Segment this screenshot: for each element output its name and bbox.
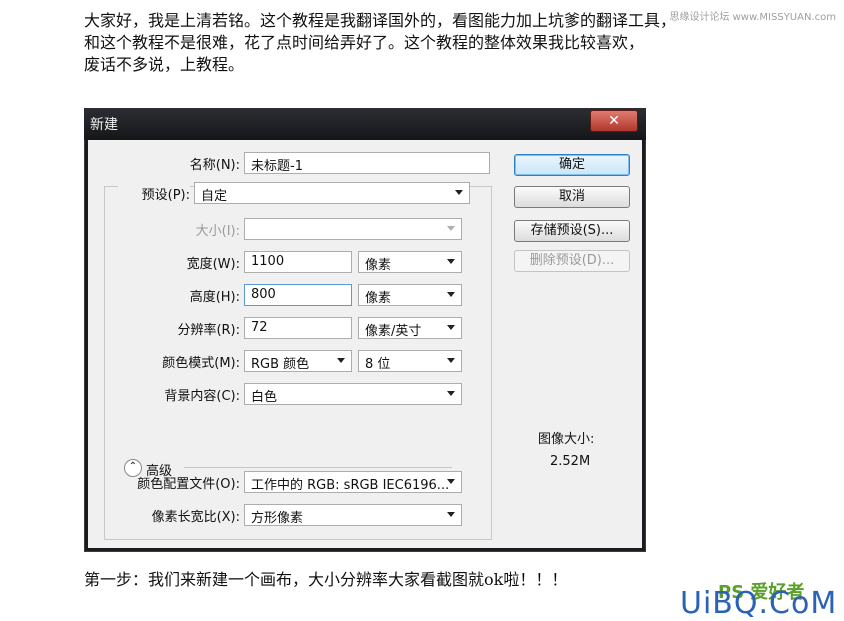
save-preset-button[interactable]: 存储预设(S)... <box>514 220 630 242</box>
resolution-unit-value: 像素/英寸 <box>365 324 422 339</box>
image-size-value: 2.52M <box>550 454 591 469</box>
name-input[interactable]: 未标题-1 <box>244 152 490 174</box>
chevron-down-icon <box>337 358 345 363</box>
color-mode-label: 颜色模式(M): <box>162 356 240 371</box>
preset-value: 自定 <box>201 189 228 204</box>
chevron-down-icon <box>447 358 455 363</box>
resolution-label: 分辨率(R): <box>177 323 240 338</box>
uibq-logo: UiBQ.CoM <box>680 586 838 621</box>
background-value: 白色 <box>251 390 278 405</box>
pixel-aspect-select[interactable]: 方形像素 <box>244 504 462 526</box>
resolution-input[interactable]: 72 <box>244 317 352 339</box>
width-unit-value: 像素 <box>365 258 392 273</box>
image-size-label: 图像大小: <box>538 432 595 447</box>
width-label: 宽度(W): <box>186 257 240 272</box>
chevron-up-icon: ⌃ <box>128 461 138 472</box>
chevron-down-icon <box>447 391 455 396</box>
width-unit-select[interactable]: 像素 <box>358 251 462 273</box>
color-mode-select[interactable]: RGB 颜色 <box>244 350 352 372</box>
size-select <box>244 218 462 240</box>
color-mode-value: RGB 颜色 <box>251 357 310 372</box>
cancel-button[interactable]: 取消 <box>514 186 630 208</box>
height-unit-value: 像素 <box>365 291 392 306</box>
intro-line: 废话不多说，上教程。 <box>84 55 245 74</box>
intro-line: 和这个教程不是很难，花了点时间给弄好了。这个教程的整体效果我比较喜欢， <box>84 33 645 52</box>
color-profile-value: 工作中的 RGB: sRGB IEC6196... <box>251 478 450 493</box>
color-profile-label: 颜色配置文件(O): <box>137 477 240 492</box>
chevron-down-icon <box>447 512 455 517</box>
size-label: 大小(I): <box>195 224 240 239</box>
pixel-aspect-label: 像素长宽比(X): <box>151 510 240 525</box>
name-label: 名称(N): <box>189 158 240 173</box>
height-unit-select[interactable]: 像素 <box>358 284 462 306</box>
background-label: 背景内容(C): <box>164 389 240 404</box>
advanced-divider <box>184 467 452 468</box>
new-document-dialog: 新建 ✕ 名称(N): 未标题-1 预设(P): 自定 大小(I): 宽度(W)… <box>84 108 646 552</box>
bit-depth-select[interactable]: 8 位 <box>358 350 462 372</box>
pixel-aspect-value: 方形像素 <box>251 511 304 526</box>
height-input[interactable]: 800 <box>244 284 352 306</box>
ok-button[interactable]: 确定 <box>514 154 630 176</box>
resolution-unit-select[interactable]: 像素/英寸 <box>358 317 462 339</box>
step-one-text: 第一步：我们来新建一个画布，大小分辨率大家看截图就ok啦！！！ <box>84 570 568 589</box>
close-button[interactable]: ✕ <box>590 110 638 132</box>
dialog-titlebar[interactable]: 新建 ✕ <box>84 108 646 140</box>
preset-select[interactable]: 自定 <box>194 182 470 204</box>
close-icon: ✕ <box>608 113 620 129</box>
dialog-title: 新建 <box>90 117 118 133</box>
preset-label: 预设(P): <box>118 184 190 203</box>
intro-line: 大家好，我是上清若铭。这个教程是我翻译国外的，看图能力加上坑爹的翻译工具， <box>84 11 677 30</box>
intro-text: 大家好，我是上清若铭。这个教程是我翻译国外的，看图能力加上坑爹的翻译工具， 和这… <box>84 10 764 76</box>
chevron-down-icon <box>447 259 455 264</box>
chevron-down-icon <box>455 190 463 195</box>
chevron-down-icon <box>447 479 455 484</box>
chevron-down-icon <box>447 325 455 330</box>
dialog-client: 名称(N): 未标题-1 预设(P): 自定 大小(I): 宽度(W): 110… <box>88 140 642 548</box>
height-label: 高度(H): <box>189 290 240 305</box>
bit-depth-value: 8 位 <box>365 357 391 372</box>
delete-preset-button: 删除预设(D)... <box>514 250 630 272</box>
chevron-down-icon <box>447 226 455 231</box>
chevron-down-icon <box>447 292 455 297</box>
width-input[interactable]: 1100 <box>244 251 352 273</box>
color-profile-select[interactable]: 工作中的 RGB: sRGB IEC6196... <box>244 471 462 493</box>
background-select[interactable]: 白色 <box>244 383 462 405</box>
